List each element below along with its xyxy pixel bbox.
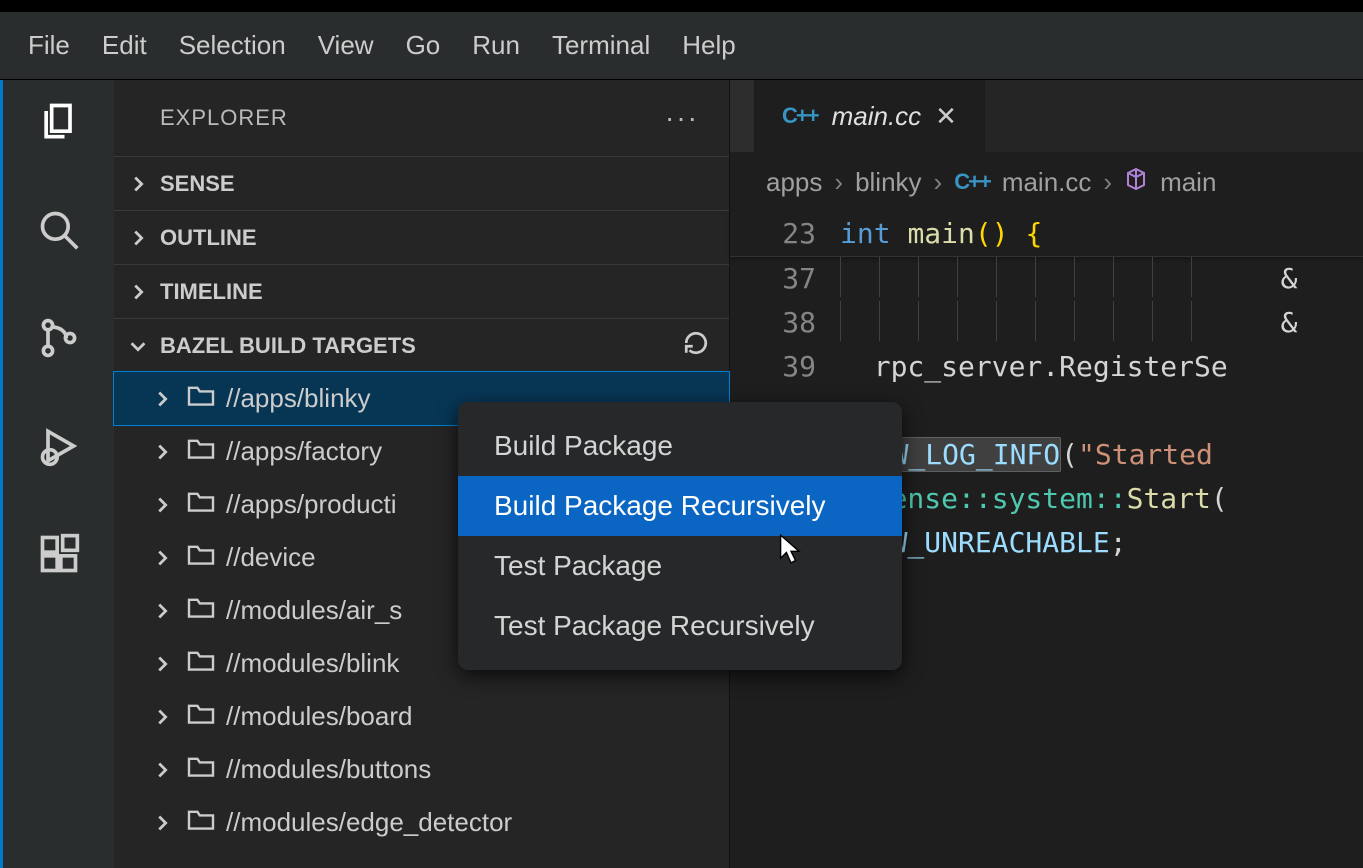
code-text: & bbox=[1281, 306, 1298, 339]
tree-item-label: //modules/air_s bbox=[226, 595, 402, 626]
chevron-right-icon bbox=[148, 597, 176, 625]
folder-icon bbox=[186, 436, 216, 467]
folder-icon bbox=[186, 648, 216, 679]
explorer-icon[interactable] bbox=[35, 98, 83, 146]
breadcrumb-apps[interactable]: apps bbox=[766, 167, 822, 198]
menu-run[interactable]: Run bbox=[456, 22, 536, 69]
refresh-icon[interactable] bbox=[683, 330, 709, 362]
tree-item-label: //apps/factory bbox=[226, 436, 382, 467]
chevron-right-icon: › bbox=[1103, 167, 1112, 198]
tab-main-cc[interactable]: C++ main.cc ✕ bbox=[754, 80, 985, 152]
cpp-file-icon: C++ bbox=[954, 169, 990, 195]
breadcrumb-symbol[interactable]: main bbox=[1160, 167, 1216, 198]
chevron-right-icon bbox=[148, 809, 176, 837]
section-bazel-label: BAZEL BUILD TARGETS bbox=[160, 333, 416, 359]
chevron-right-icon bbox=[148, 703, 176, 731]
ctx-build-package-recursively[interactable]: Build Package Recursively bbox=[458, 476, 902, 536]
tree-item-modules-board[interactable]: //modules/board bbox=[114, 690, 729, 743]
code-text: rpc_server.RegisterSe bbox=[874, 350, 1228, 383]
section-bazel[interactable]: BAZEL BUILD TARGETS bbox=[114, 318, 729, 372]
chevron-right-icon bbox=[124, 224, 152, 252]
chevron-right-icon: › bbox=[934, 167, 943, 198]
section-outline[interactable]: OUTLINE bbox=[114, 210, 729, 264]
menu-help[interactable]: Help bbox=[666, 22, 751, 69]
ctx-test-package[interactable]: Test Package bbox=[458, 536, 902, 596]
menu-edit[interactable]: Edit bbox=[86, 22, 163, 69]
section-timeline-label: TIMELINE bbox=[160, 279, 263, 305]
folder-icon bbox=[186, 383, 216, 414]
explorer-header: EXPLORER ··· bbox=[114, 80, 729, 156]
code-macro: PW_UNREACHABLE bbox=[874, 526, 1110, 559]
code-string: "Started bbox=[1078, 438, 1213, 471]
chevron-right-icon bbox=[148, 438, 176, 466]
chevron-right-icon bbox=[124, 278, 152, 306]
explorer-title: EXPLORER bbox=[160, 105, 288, 131]
folder-icon bbox=[186, 754, 216, 785]
more-actions-icon[interactable]: ··· bbox=[665, 102, 699, 134]
code-namespace: sense::system:: bbox=[874, 482, 1127, 515]
tree-item-modules-buttons[interactable]: //modules/buttons bbox=[114, 743, 729, 796]
folder-icon bbox=[186, 489, 216, 520]
source-control-icon[interactable] bbox=[35, 314, 83, 362]
menu-selection[interactable]: Selection bbox=[163, 22, 302, 69]
tab-filename: main.cc bbox=[832, 101, 922, 132]
code-punct: () { bbox=[975, 217, 1042, 250]
menu-view[interactable]: View bbox=[302, 22, 390, 69]
run-debug-icon[interactable] bbox=[35, 422, 83, 470]
breadcrumb-file[interactable]: main.cc bbox=[1002, 167, 1092, 198]
breadcrumb-blinky[interactable]: blinky bbox=[855, 167, 921, 198]
section-sense[interactable]: SENSE bbox=[114, 156, 729, 210]
tree-item-label: //apps/producti bbox=[226, 489, 397, 520]
section-outline-label: OUTLINE bbox=[160, 225, 257, 251]
tab-bar: C++ main.cc ✕ bbox=[730, 80, 1363, 152]
close-icon[interactable]: ✕ bbox=[935, 101, 957, 132]
cpp-file-icon: C++ bbox=[782, 103, 818, 129]
chevron-right-icon bbox=[148, 385, 176, 413]
chevron-right-icon bbox=[124, 170, 152, 198]
ctx-build-package[interactable]: Build Package bbox=[458, 416, 902, 476]
tree-item-label: //apps/blinky bbox=[226, 383, 371, 414]
menubar: File Edit Selection View Go Run Terminal… bbox=[0, 12, 1363, 80]
folder-icon bbox=[186, 807, 216, 838]
chevron-right-icon bbox=[148, 650, 176, 678]
chevron-right-icon bbox=[148, 544, 176, 572]
line-number: 37 bbox=[730, 257, 840, 301]
search-icon[interactable] bbox=[35, 206, 83, 254]
chevron-right-icon: › bbox=[834, 167, 843, 198]
tree-item-label: //modules/blink bbox=[226, 648, 399, 679]
tree-item-modules-edge[interactable]: //modules/edge_detector bbox=[114, 796, 729, 849]
code-keyword: int bbox=[840, 217, 891, 250]
chevron-right-icon bbox=[148, 756, 176, 784]
tree-item-label: //device bbox=[226, 542, 316, 573]
folder-icon bbox=[186, 595, 216, 626]
menu-go[interactable]: Go bbox=[390, 22, 457, 69]
line-number: 39 bbox=[730, 345, 840, 389]
tree-item-label: //modules/board bbox=[226, 701, 412, 732]
chevron-right-icon bbox=[148, 491, 176, 519]
context-menu: Build Package Build Package Recursively … bbox=[458, 402, 902, 670]
chevron-down-icon bbox=[124, 332, 152, 360]
symbol-icon bbox=[1124, 167, 1148, 198]
code-fn: main bbox=[907, 217, 974, 250]
code-text: & bbox=[1281, 262, 1298, 295]
section-timeline[interactable]: TIMELINE bbox=[114, 264, 729, 318]
section-sense-label: SENSE bbox=[160, 171, 235, 197]
tree-item-label: //modules/edge_detector bbox=[226, 807, 512, 838]
mouse-cursor-icon bbox=[779, 534, 803, 569]
line-number: 38 bbox=[730, 301, 840, 345]
breadcrumbs[interactable]: apps › blinky › C++ main.cc › main bbox=[730, 152, 1363, 212]
menu-terminal[interactable]: Terminal bbox=[536, 22, 666, 69]
code-fn: Start bbox=[1127, 482, 1211, 515]
activity-bar bbox=[0, 80, 114, 868]
tree-item-label: //modules/buttons bbox=[226, 754, 431, 785]
folder-icon bbox=[186, 701, 216, 732]
extensions-icon[interactable] bbox=[35, 530, 83, 578]
line-number: 23 bbox=[730, 212, 840, 256]
menu-file[interactable]: File bbox=[12, 22, 86, 69]
folder-icon bbox=[186, 542, 216, 573]
ctx-test-package-recursively[interactable]: Test Package Recursively bbox=[458, 596, 902, 656]
